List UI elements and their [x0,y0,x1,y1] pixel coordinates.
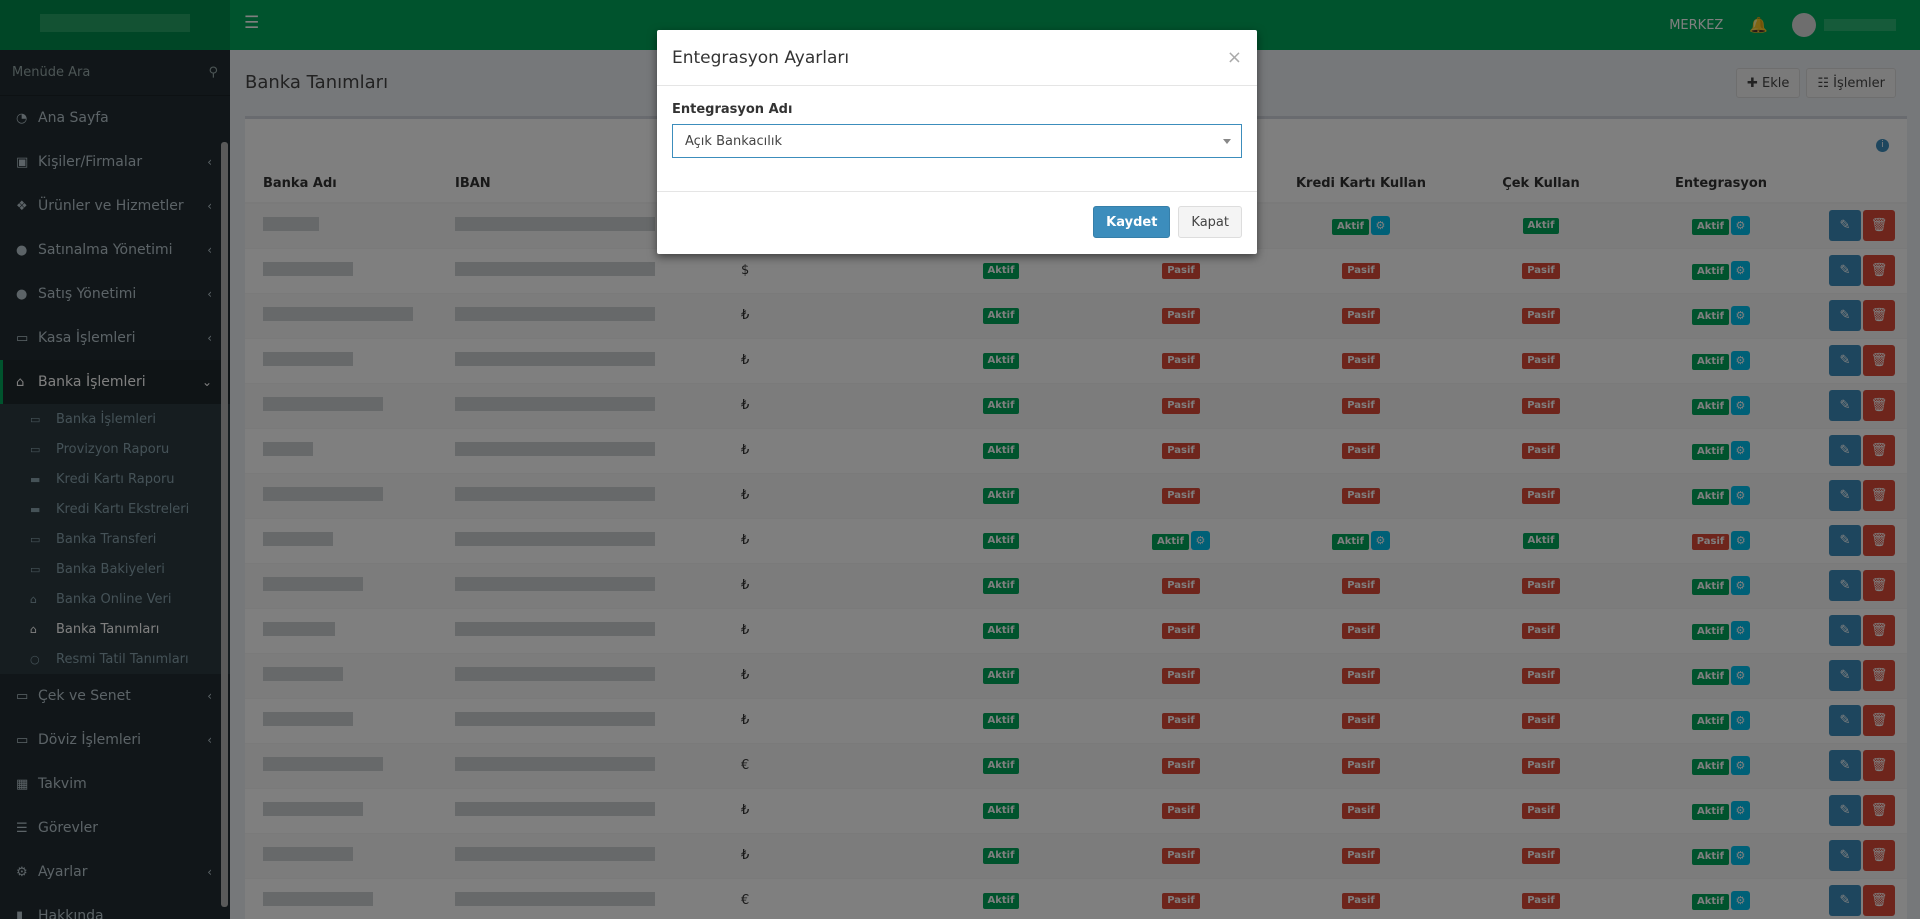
close-button[interactable]: Kapat [1178,206,1242,238]
integration-name-label: Entegrasyon Adı [672,102,793,117]
integration-name-select[interactable]: Açık Bankacılık [672,124,1242,158]
caret-down-icon [1223,139,1231,144]
save-button[interactable]: Kaydet [1093,206,1171,238]
close-icon[interactable]: × [1227,47,1242,68]
modal-footer: Kaydet Kapat [657,192,1257,252]
integration-name-value: Açık Bankacılık [685,133,782,149]
modal-title: Entegrasyon Ayarları [672,47,850,68]
modal-body: Entegrasyon Adı Açık Bankacılık [657,86,1257,192]
modal-header: Entegrasyon Ayarları × [657,30,1257,86]
integration-settings-modal: Entegrasyon Ayarları × Entegrasyon Adı A… [657,30,1257,254]
